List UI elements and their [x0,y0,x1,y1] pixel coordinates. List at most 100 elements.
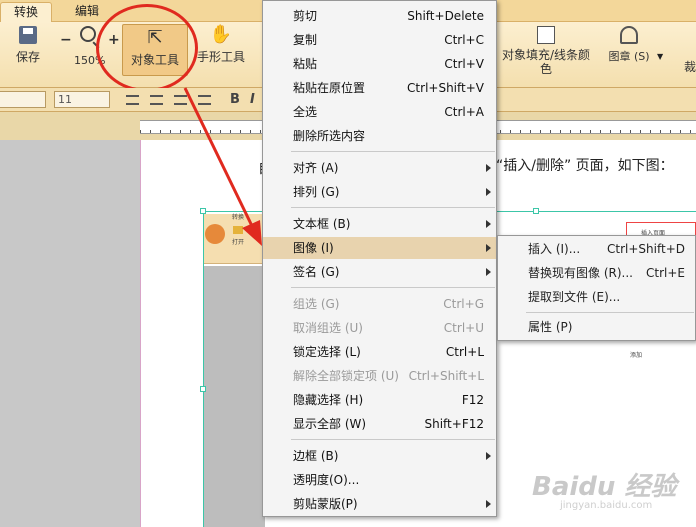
menu-label: 剪切 [293,9,318,23]
menu-item-paste[interactable]: 粘贴 Ctrl+V [263,53,496,75]
submenu-label: 替换现有图像 (R)... [528,266,633,280]
menu-item-textbox[interactable]: 文本框 (B) [263,213,496,235]
menu-label: 锁定选择 (L) [293,345,361,359]
submenu-arrow-icon [486,500,491,508]
menu-item-show-all[interactable]: 显示全部 (W) Shift+F12 [263,413,496,435]
menu-shortcut: Shift+F12 [424,417,484,431]
tab-convert[interactable]: 转换 [0,2,52,22]
menu-label: 全选 [293,105,318,119]
menu-item-delete-selection[interactable]: 删除所选内容 [263,125,496,147]
submenu-shortcut: Ctrl+Shift+D [607,242,685,256]
submenu-item-extract-to-file[interactable]: 提取到文件 (E)... [498,286,695,308]
align-justify-icon[interactable] [198,95,211,105]
fill-line-color-label: 对象填充/线条颜色 [501,48,591,76]
watermark-sub: jingyan.baidu.com [560,500,653,511]
app-logo-icon [205,224,225,244]
save-label: 保存 [15,50,40,64]
menu-item-hide-selection[interactable]: 隐藏选择 (H) F12 [263,389,496,411]
menu-item-border[interactable]: 边框 (B) [263,445,496,467]
canvas-background [0,140,140,527]
selection-border-left [203,211,204,527]
save-button[interactable]: 保存 [8,26,48,65]
font-size-select[interactable]: 11 [54,91,110,108]
magnifier-icon [80,26,96,42]
zoom-out-button[interactable]: − [60,32,72,48]
menu-item-copy[interactable]: 复制 Ctrl+C [263,29,496,51]
fill-line-color-button[interactable]: 对象填充/线条颜色 [500,26,592,76]
stamp-icon [620,26,638,44]
menu-item-image[interactable]: 图像 (I) [263,237,496,259]
hand-icon: ✋ [209,24,233,45]
menu-item-paste-in-place[interactable]: 粘贴在原位置 Ctrl+Shift+V [263,77,496,99]
submenu-label: 插入 (I)... [528,242,581,256]
tab-edit[interactable]: 编辑 [60,2,114,22]
watermark: Baidu 经验 [532,472,677,502]
menu-shortcut: Shift+Delete [407,9,484,23]
stamp-button[interactable]: 图章 (S) [604,26,654,64]
menu-shortcut: Ctrl+Shift+L [408,369,484,383]
menu-item-opacity[interactable]: 透明度(O)... [263,469,496,491]
resize-handle-ml[interactable] [200,386,206,392]
embedded-label-row: 添加 [630,352,643,359]
embedded-image-canvas [203,266,265,527]
menu-separator [291,207,495,208]
document-text: “插入/删除” 页面，如下图： [496,158,674,174]
fill-square-icon [537,26,555,44]
folder-icon [233,226,243,234]
bold-button[interactable]: B [230,92,240,107]
menu-label: 解除全部锁定项 (U) [293,369,399,383]
menu-item-clipping-mask[interactable]: 剪贴蒙版(P) [263,493,496,515]
menu-label: 透明度(O)... [293,473,360,487]
menu-item-select-all[interactable]: 全选 Ctrl+A [263,101,496,123]
menu-separator [291,439,495,440]
resize-handle-tl[interactable] [200,208,206,214]
save-icon [19,26,37,44]
align-right-icon[interactable] [174,95,187,105]
stamp-dropdown-icon[interactable]: ▼ [657,52,663,61]
submenu-arrow-icon [486,164,491,172]
align-left-icon[interactable] [126,95,139,105]
menu-shortcut: Ctrl+Shift+V [407,81,484,95]
menu-item-arrange[interactable]: 排列 (G) [263,181,496,203]
menu-item-align[interactable]: 对齐 (A) [263,157,496,179]
italic-button[interactable]: I [250,92,255,107]
submenu-label: 属性 (P) [528,320,573,334]
font-name-select[interactable] [0,91,46,108]
menu-label: 签名 (G) [293,265,340,279]
submenu-item-insert[interactable]: 插入 (I)... Ctrl+Shift+D [498,238,695,260]
embedded-menu-fragment: 添加 [626,342,696,366]
hand-tool-button[interactable]: ✋ 手形工具 [194,26,248,65]
submenu-label: 提取到文件 (E)... [528,290,621,304]
embedded-label-open: 打开 [232,239,245,246]
resize-handle-tc[interactable] [533,208,539,214]
submenu-arrow-icon [486,188,491,196]
menu-item-ungroup[interactable]: 取消组选 (U) Ctrl+U [263,317,496,339]
menu-item-group[interactable]: 组选 (G) Ctrl+G [263,293,496,315]
menu-label: 文本框 (B) [293,217,351,231]
menu-item-cut[interactable]: 剪切 Shift+Delete [263,5,496,27]
submenu-item-properties[interactable]: 属性 (P) [498,316,695,338]
align-center-icon[interactable] [150,95,163,105]
menu-label: 复制 [293,33,318,47]
menu-label: 粘贴在原位置 [293,81,366,95]
menu-label: 隐藏选择 (H) [293,393,364,407]
menu-shortcut: Ctrl+V [444,57,484,71]
context-menu: 剪切 Shift+Delete 复制 Ctrl+C 粘贴 Ctrl+V 粘贴在原位置 C… [262,0,497,517]
image-submenu: 插入 (I)... Ctrl+Shift+D 替换现有图像 (R)... Ctrl+… [497,235,696,341]
hand-tool-label: 手形工具 [196,50,245,64]
menu-shortcut: Ctrl+G [443,297,484,311]
menu-shortcut: F12 [461,393,484,407]
highlight-circle [96,4,198,92]
crop-button[interactable]: 裁 [680,58,696,75]
menu-shortcut: Ctrl+C [444,33,484,47]
menu-item-signature[interactable]: 签名 (G) [263,261,496,283]
menu-item-lock-selection[interactable]: 锁定选择 (L) Ctrl+L [263,341,496,363]
submenu-arrow-icon [486,452,491,460]
embedded-label-top: 转换 [232,214,245,221]
menu-shortcut: Ctrl+A [444,105,484,119]
submenu-separator [526,312,694,313]
menu-label: 显示全部 (W) [293,417,367,431]
submenu-item-replace-image[interactable]: 替换现有图像 (R)... Ctrl+E [498,262,695,284]
menu-item-unlock-all[interactable]: 解除全部锁定项 (U) Ctrl+Shift+L [263,365,496,387]
menu-label: 剪贴蒙版(P) [293,497,358,511]
